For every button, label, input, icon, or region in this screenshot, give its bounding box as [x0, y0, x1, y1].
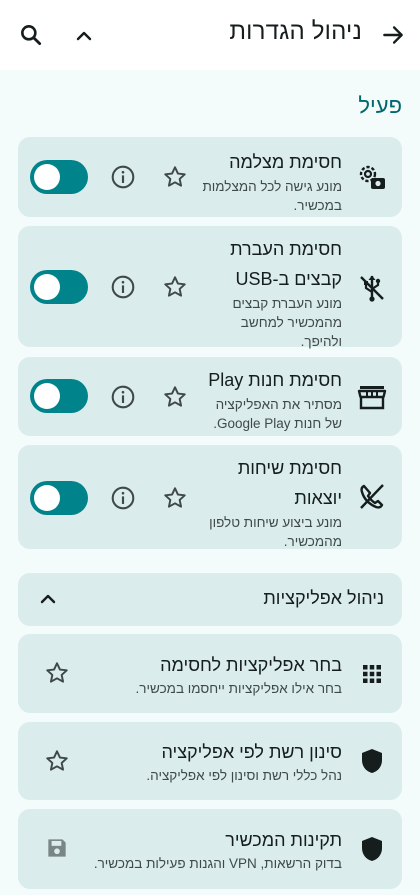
policy-text: חסימת חנות Play מסתיר את האפליקציה של חנ… [202, 365, 342, 433]
policy-title: חסימת חנות Play [208, 370, 342, 390]
item-title: בחר אפליקציות לחסימה [160, 655, 342, 675]
star-icon[interactable] [44, 660, 70, 686]
top-app-bar: ניהול הגדרות [0, 0, 420, 70]
select-apps-to-block-item[interactable]: בחר אפליקציות לחסימה בחר אילו אפליקציות … [18, 634, 402, 713]
item-description: בדוק הרשאות, VPN והגנות פעילות במכשיר. [93, 856, 342, 871]
policy-text: חסימת העברת קבצים ב-USB מונע העברת קבצים… [202, 234, 342, 351]
toggle-knob [34, 274, 60, 300]
shield-icon [356, 745, 388, 777]
chevron-up-icon[interactable] [72, 24, 96, 48]
shield-icon [356, 833, 388, 865]
item-description: נהל כללי רשת וסינון לפי אפליקציה. [146, 768, 342, 783]
policy-text: חסימת מצלמה מונע גישה לכל המצלמות במכשיר… [202, 147, 342, 215]
star-icon[interactable] [162, 164, 188, 190]
item-text: סינון רשת לפי אפליקציה נהל כללי רשת וסינ… [62, 738, 342, 785]
usb-off-icon [356, 272, 388, 304]
store-icon [356, 380, 388, 412]
policy-title: חסימת מצלמה [229, 152, 342, 172]
info-icon[interactable] [110, 485, 136, 511]
app-management-header[interactable]: ניהול אפליקציות [18, 573, 402, 626]
star-icon[interactable] [162, 485, 188, 511]
info-icon[interactable] [110, 384, 136, 410]
network-filter-item[interactable]: סינון רשת לפי אפליקציה נהל כללי רשת וסינ… [18, 722, 402, 800]
item-title: תקינות המכשיר [225, 830, 342, 850]
policy-text: חסימת שיחות יוצאות מונע ביצוע שיחות טלפו… [202, 453, 342, 551]
camera-block-toggle[interactable] [30, 160, 88, 194]
info-icon[interactable] [110, 274, 136, 300]
policy-card-usb: חסימת העברת קבצים ב-USB מונע העברת קבצים… [18, 226, 402, 349]
search-icon[interactable] [18, 22, 44, 48]
policy-card-camera: חסימת מצלמה מונע גישה לכל המצלמות במכשיר… [18, 137, 402, 217]
policy-description: מונע גישה לכל המצלמות במכשיר. [202, 179, 342, 213]
star-icon[interactable] [44, 748, 70, 774]
toggle-knob [34, 485, 60, 511]
apps-grid-icon [356, 658, 388, 690]
policy-title: חסימת העברת קבצים ב-USB [230, 239, 342, 289]
star-icon[interactable] [162, 384, 188, 410]
outgoing-calls-block-toggle[interactable] [30, 481, 88, 515]
toggle-knob [34, 383, 60, 409]
policy-title: חסימת שיחות יוצאות [237, 458, 342, 508]
usb-block-toggle[interactable] [30, 270, 88, 304]
info-icon[interactable] [110, 164, 136, 190]
policy-description: מונע ביצוע שיחות טלפון מהמכשיר. [209, 515, 342, 549]
save-icon[interactable] [44, 835, 70, 861]
phone-disabled-icon [356, 481, 388, 513]
policy-description: מסתיר את האפליקציה של חנות Google Play. [213, 397, 342, 431]
section-active-label: פעיל [358, 93, 402, 118]
item-title: סינון רשת לפי אפליקציה [161, 742, 342, 762]
policy-description: מונע העברת קבצים מהמכשיר למחשב ולהיפך. [232, 296, 342, 349]
star-icon[interactable] [162, 274, 188, 300]
play-store-block-toggle[interactable] [30, 379, 88, 413]
policy-card-outgoing-calls: חסימת שיחות יוצאות מונע ביצוע שיחות טלפו… [18, 445, 402, 549]
camera-settings-icon [356, 161, 388, 193]
device-integrity-item[interactable]: תקינות המכשיר בדוק הרשאות, VPN והגנות פע… [18, 809, 402, 889]
back-arrow-icon[interactable] [380, 22, 406, 48]
toggle-knob [34, 164, 60, 190]
item-text: תקינות המכשיר בדוק הרשאות, VPN והגנות פע… [62, 826, 342, 873]
policy-card-play-store: חסימת חנות Play מסתיר את האפליקציה של חנ… [18, 357, 402, 436]
item-text: בחר אפליקציות לחסימה בחר אילו אפליקציות … [62, 651, 342, 698]
item-description: בחר אילו אפליקציות ייחסמו במכשיר. [135, 681, 342, 696]
chevron-up-icon[interactable] [36, 587, 60, 611]
page-title: ניהול הגדרות [229, 18, 362, 45]
app-management-label: ניהול אפליקציות [263, 588, 384, 608]
